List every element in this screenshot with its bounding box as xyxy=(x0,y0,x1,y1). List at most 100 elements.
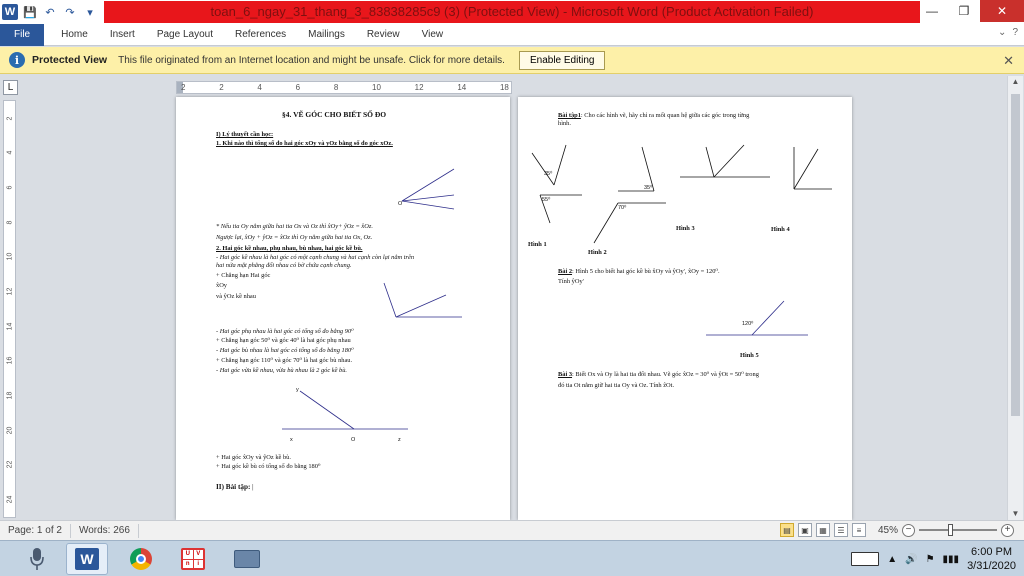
ruler-tick: 22 xyxy=(5,460,13,469)
zoom-slider-thumb[interactable] xyxy=(948,524,953,536)
tab-home[interactable]: Home xyxy=(50,24,99,46)
unikey-letter: n xyxy=(183,559,193,568)
undo-icon[interactable]: ↶ xyxy=(42,4,58,20)
protected-view-message[interactable]: This file originated from an Internet lo… xyxy=(118,55,505,66)
section-2-heading: II) Bài tập: | xyxy=(216,483,254,492)
figure-adjacent-angles: O xyxy=(398,168,455,210)
microphone-app[interactable] xyxy=(16,543,58,575)
close-icon[interactable]: ✕ xyxy=(1003,53,1014,69)
redo-icon[interactable]: ↷ xyxy=(62,4,78,20)
action-center-icon[interactable]: ⚑ xyxy=(926,554,935,565)
ruler-tick: 8 xyxy=(333,83,339,92)
figure-linear-pair: x O z y xyxy=(282,387,408,443)
document-page-2[interactable]: Bài tập1: Cho các hình vẽ, hãy chỉ ra mố… xyxy=(518,97,852,520)
scroll-up-icon[interactable]: ▲ xyxy=(1008,76,1023,88)
angle-label: 120⁰ xyxy=(742,320,754,327)
zoom-level[interactable]: 45% xyxy=(878,525,898,536)
network-signal-icon[interactable]: ▮▮▮ xyxy=(943,554,960,565)
taskbar-word[interactable]: W xyxy=(66,543,108,575)
zoom-slider[interactable] xyxy=(919,524,997,536)
document-page-1[interactable]: §4. VẼ GÓC CHO BIẾT SỐ ĐO I) Lý thuyết c… xyxy=(176,97,510,520)
scroll-down-icon[interactable]: ▼ xyxy=(1008,508,1023,520)
exercise-3: Bài 3: Biết Ox và Oy là hai tia đối nhau… xyxy=(558,371,759,379)
read-mode-view-icon[interactable]: ▤ xyxy=(779,523,794,537)
figure-2-caption: Hình 2 xyxy=(588,249,607,256)
ruler-tick: 14 xyxy=(5,322,13,331)
ruler-tick: 18 xyxy=(5,391,13,400)
taskbar-keyboard-app[interactable] xyxy=(226,543,268,575)
tab-references[interactable]: References xyxy=(224,24,297,46)
close-button[interactable]: ✕ xyxy=(980,0,1024,22)
word-logo-icon[interactable]: W xyxy=(2,4,18,20)
status-bar: Page: 1 of 2 Words: 266 ▤ ▣ ▦ ☰ ≡ 45% − … xyxy=(0,520,1024,540)
scroll-thumb[interactable] xyxy=(1011,94,1020,416)
tab-insert[interactable]: Insert xyxy=(99,24,146,46)
save-icon[interactable]: 💾 xyxy=(22,4,38,20)
ruler-tick: 2 xyxy=(219,83,224,92)
expand-ribbon-icon[interactable]: ⌄ xyxy=(998,27,1006,38)
info-icon: i xyxy=(9,52,25,68)
restore-button[interactable]: ❐ xyxy=(948,0,980,22)
touch-keyboard-icon[interactable] xyxy=(851,552,880,566)
ruler-tick: 8 xyxy=(6,220,13,225)
window-controls: — ❐ ✕ xyxy=(916,0,1024,22)
definition-adjacent-2: hai nửa mặt phẳng đối nhau có bờ chứa cạ… xyxy=(216,262,352,269)
figure-label-x: x xyxy=(290,437,293,443)
tab-review[interactable]: Review xyxy=(356,24,411,46)
help-icon[interactable]: ? xyxy=(1012,27,1018,38)
vertical-scrollbar[interactable]: ▲ ▼ xyxy=(1007,76,1023,520)
outline-view-icon[interactable]: ☰ xyxy=(833,523,848,537)
unikey-letter: i xyxy=(193,559,203,568)
web-layout-view-icon[interactable]: ▦ xyxy=(815,523,830,537)
draft-view-icon[interactable]: ≡ xyxy=(851,523,866,537)
on-screen-keyboard-icon xyxy=(234,550,260,568)
taskbar-chrome[interactable] xyxy=(120,543,162,575)
tab-page-layout[interactable]: Page Layout xyxy=(146,24,224,46)
example-supplementary: + Chẳng hạn góc 110⁰ và góc 70⁰ là hai g… xyxy=(216,357,353,364)
show-hidden-icons[interactable]: ▲ xyxy=(887,554,897,565)
page-count[interactable]: Page: 1 of 2 xyxy=(0,523,71,538)
system-tray: ▲ 🔊 ⚑ ▮▮▮ 6:00 PM 3/31/2020 xyxy=(851,545,1016,573)
ruler-numbers: 2 2 4 6 8 10 12 14 18 xyxy=(177,82,513,93)
clock-time: 6:00 PM xyxy=(971,546,1013,558)
chrome-icon xyxy=(130,548,152,570)
horizontal-ruler[interactable]: 2 2 4 6 8 10 12 14 18 xyxy=(176,81,512,94)
zoom-in-button[interactable]: + xyxy=(1001,523,1014,537)
taskbar: W U V n i ▲ 🔊 ⚑ ▮▮▮ 6:00 PM 3/31/2020 xyxy=(0,540,1024,576)
volume-icon[interactable]: 🔊 xyxy=(905,554,917,565)
tab-mailings[interactable]: Mailings xyxy=(297,24,356,46)
unikey-letter: U xyxy=(183,550,193,559)
figure-label-z: z xyxy=(398,437,401,443)
question-2: 2. Hai góc kề nhau, phụ nhau, bù nhau, h… xyxy=(216,245,363,252)
zoom-out-button[interactable]: − xyxy=(902,523,915,537)
page-title: §4. VẼ GÓC CHO BIẾT SỐ ĐO xyxy=(282,110,387,119)
minimize-button[interactable]: — xyxy=(916,0,948,22)
figure-1-caption: Hình 1 xyxy=(528,241,547,248)
figure-5: 120⁰ xyxy=(706,300,808,336)
ruler-tick: 10 xyxy=(372,83,381,92)
ruler-tick: 6 xyxy=(295,83,301,92)
definition-complementary: - Hai góc phụ nhau là hai góc có tổng số… xyxy=(216,328,354,335)
vertical-ruler[interactable]: 2 4 6 8 10 12 14 16 18 20 22 24 xyxy=(3,100,16,518)
word-count[interactable]: Words: 266 xyxy=(71,523,139,538)
figure-label-o: O xyxy=(351,437,356,443)
angle-label: 70⁰ xyxy=(618,204,627,211)
question-1: 1. Khi nào thì tổng số đo hai góc xOy và… xyxy=(216,140,393,147)
exercise-1-text: : Cho các hình vẽ, hãy chỉ ra mối quan h… xyxy=(580,112,750,119)
exercise-1: Bài tập1: Cho các hình vẽ, hãy chỉ ra mố… xyxy=(558,112,749,120)
example-1a: + Chẳng hạn Hai góc xyxy=(216,272,271,279)
ruler-tick: 14 xyxy=(457,83,467,92)
customize-qat-icon[interactable]: ▾ xyxy=(82,4,98,20)
ribbon-tabs: File Home Insert Page Layout References … xyxy=(0,23,1024,46)
enable-editing-button[interactable]: Enable Editing xyxy=(518,50,606,70)
tab-view[interactable]: View xyxy=(411,24,455,46)
section-2-title: II) Bài tập: xyxy=(216,483,251,491)
clock[interactable]: 6:00 PM 3/31/2020 xyxy=(967,545,1016,573)
tab-selector[interactable]: L xyxy=(3,80,18,95)
taskbar-unikey[interactable]: U V n i xyxy=(172,543,214,575)
ruler-tick: 4 xyxy=(6,151,13,155)
angle-label: 55⁰ xyxy=(542,196,551,203)
print-layout-view-icon[interactable]: ▣ xyxy=(797,523,812,537)
ruler-tick: 10 xyxy=(5,253,13,261)
tab-file[interactable]: File xyxy=(0,23,45,46)
